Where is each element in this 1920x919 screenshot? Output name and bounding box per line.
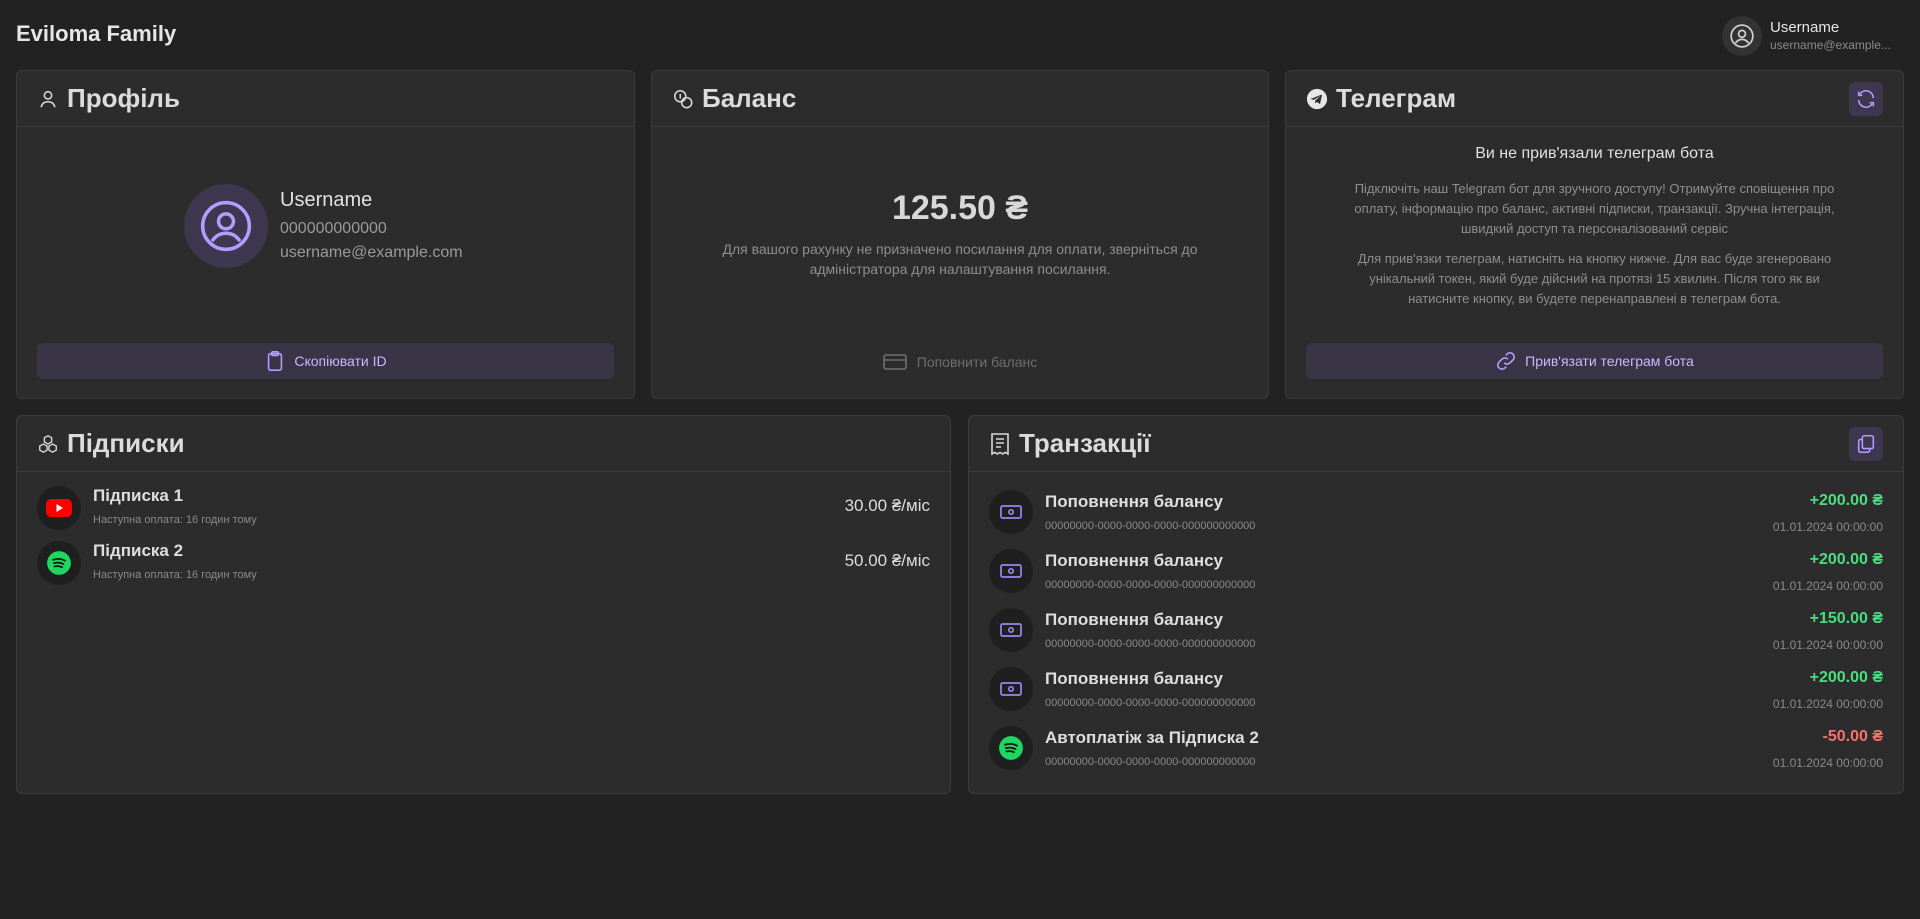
profile-avatar-icon	[184, 184, 268, 268]
profile-info: Username 000000000000 username@example.c…	[280, 189, 463, 268]
subscription-price: 50.00 ₴/міс	[844, 551, 930, 570]
spotify-icon	[989, 726, 1033, 770]
balance-card-header: Баланс	[652, 71, 1268, 127]
subscriptions-card-header: Підписки	[17, 416, 950, 472]
balance-amount: 125.50 ₴	[891, 189, 1029, 227]
brand-title: Eviloma Family	[16, 21, 177, 46]
profile-card-header: Профіль	[17, 71, 634, 127]
subscription-next-payment: Наступна оплата: 16 годин тому	[93, 569, 257, 581]
balance-title: Баланс	[702, 83, 797, 113]
transaction-row[interactable]: Поповнення балансу 00000000-0000-0000-00…	[989, 490, 1883, 538]
transactions-card-header: Транзакції	[969, 416, 1903, 472]
transaction-id: 00000000-0000-0000-0000-000000000000	[1045, 579, 1256, 591]
transactions-title: Транзакції	[1019, 428, 1151, 458]
youtube-icon	[37, 486, 81, 530]
transaction-row[interactable]: Автоплатіж за Підписка 2 00000000-0000-0…	[989, 726, 1883, 774]
refresh-icon	[1857, 90, 1875, 108]
user-avatar-icon[interactable]	[1722, 16, 1762, 56]
transaction-id: 00000000-0000-0000-0000-000000000000	[1045, 756, 1256, 768]
transaction-amount: +200.00 ₴	[1809, 492, 1883, 509]
transaction-name: Автоплатіж за Підписка 2	[1045, 728, 1259, 747]
user-menu[interactable]: Username username@example...	[1722, 16, 1894, 56]
subscription-row[interactable]: Підписка 2 Наступна оплата: 16 годин том…	[37, 541, 930, 587]
topup-balance-label: Поповнити баланс	[916, 354, 1038, 370]
topup-balance-button[interactable]: Поповнити баланс	[652, 351, 1268, 373]
profile-id: 000000000000	[280, 220, 387, 237]
telegram-icon	[1306, 88, 1328, 110]
subscription-name: Підписка 2	[93, 541, 184, 560]
transaction-id: 00000000-0000-0000-0000-000000000000	[1045, 697, 1256, 709]
cash-icon	[989, 549, 1033, 593]
cash-icon	[989, 490, 1033, 534]
subscriptions-card: Підписки Підписка 1 Наступна оплата: 16 …	[16, 415, 951, 794]
transaction-date: 01.01.2024 00:00:00	[1772, 697, 1883, 711]
profile-name: Username	[280, 189, 373, 211]
transaction-date: 01.01.2024 00:00:00	[1772, 638, 1883, 652]
telegram-description: Підключіть наш Telegram бот для зручного…	[1354, 181, 1835, 236]
cash-icon	[989, 667, 1033, 711]
subscription-name: Підписка 1	[93, 486, 184, 505]
transaction-name: Поповнення балансу	[1045, 492, 1223, 511]
transaction-row[interactable]: Поповнення балансу 00000000-0000-0000-00…	[989, 667, 1883, 715]
telegram-title: Телеграм	[1336, 83, 1457, 113]
telegram-status: Ви не прив'язали телеграм бота	[1475, 145, 1714, 162]
subscription-next-payment: Наступна оплата: 16 годин тому	[93, 514, 257, 526]
transactions-card: Транзакції Поповнення балансу 00000000-0…	[968, 415, 1904, 794]
link-icon	[1497, 352, 1516, 370]
profile-card: Профіль Username 000000000000 username@e…	[16, 70, 635, 399]
telegram-card: Телеграм Ви не прив'язали телеграм бота …	[1285, 70, 1904, 399]
transaction-amount: -50.00 ₴	[1822, 728, 1883, 745]
subscription-price: 30.00 ₴/міс	[844, 496, 930, 515]
balance-card: Баланс 125.50 ₴ Для вашого рахунку не пр…	[651, 70, 1269, 399]
link-telegram-button[interactable]: Прив'язати телеграм бота	[1306, 343, 1883, 379]
transaction-row[interactable]: Поповнення балансу 00000000-0000-0000-00…	[989, 608, 1883, 656]
copy-icon	[1857, 434, 1875, 454]
transaction-name: Поповнення балансу	[1045, 669, 1223, 688]
transaction-amount: +200.00 ₴	[1809, 669, 1883, 686]
user-name: Username	[1770, 19, 1840, 36]
telegram-instructions: Для прив'язки телеграм, натисніть на кно…	[1357, 251, 1832, 306]
link-telegram-label: Прив'язати телеграм бота	[1525, 353, 1694, 369]
receipt-icon	[989, 432, 1011, 455]
clipboard-icon	[268, 351, 283, 371]
spotify-icon	[37, 541, 81, 585]
user-icon	[37, 88, 59, 110]
profile-email: username@example.com	[280, 244, 463, 261]
profile-title: Профіль	[67, 83, 180, 113]
transaction-name: Поповнення балансу	[1045, 610, 1223, 629]
transaction-name: Поповнення балансу	[1045, 551, 1223, 570]
balance-note: Для вашого рахунку не призначено посилан…	[722, 241, 1198, 277]
transaction-amount: +200.00 ₴	[1809, 551, 1883, 568]
transaction-id: 00000000-0000-0000-0000-000000000000	[1045, 520, 1256, 532]
telegram-card-header: Телеграм	[1286, 71, 1903, 127]
user-email: username@example...	[1770, 38, 1891, 52]
transaction-date: 01.01.2024 00:00:00	[1772, 756, 1883, 770]
credit-card-icon	[882, 354, 907, 370]
subscription-row[interactable]: Підписка 1 Наступна оплата: 16 годин том…	[37, 486, 930, 532]
transaction-id: 00000000-0000-0000-0000-000000000000	[1045, 638, 1256, 650]
cubes-icon	[37, 433, 59, 455]
coins-icon	[672, 88, 694, 110]
cash-icon	[989, 608, 1033, 652]
copy-all-button[interactable]	[1849, 427, 1883, 461]
transaction-amount: +150.00 ₴	[1809, 610, 1883, 627]
top-bar: Eviloma Family Username username@example…	[0, 0, 1920, 68]
copy-id-label: Скопіювати ID	[294, 353, 387, 369]
refresh-button[interactable]	[1849, 82, 1883, 116]
transaction-date: 01.01.2024 00:00:00	[1772, 579, 1883, 593]
transaction-row[interactable]: Поповнення балансу 00000000-0000-0000-00…	[989, 549, 1883, 597]
copy-id-button[interactable]: Скопіювати ID	[37, 343, 614, 379]
subscriptions-title: Підписки	[67, 428, 185, 458]
transaction-date: 01.01.2024 00:00:00	[1772, 520, 1883, 534]
user-info: Username username@example...	[1770, 19, 1894, 53]
